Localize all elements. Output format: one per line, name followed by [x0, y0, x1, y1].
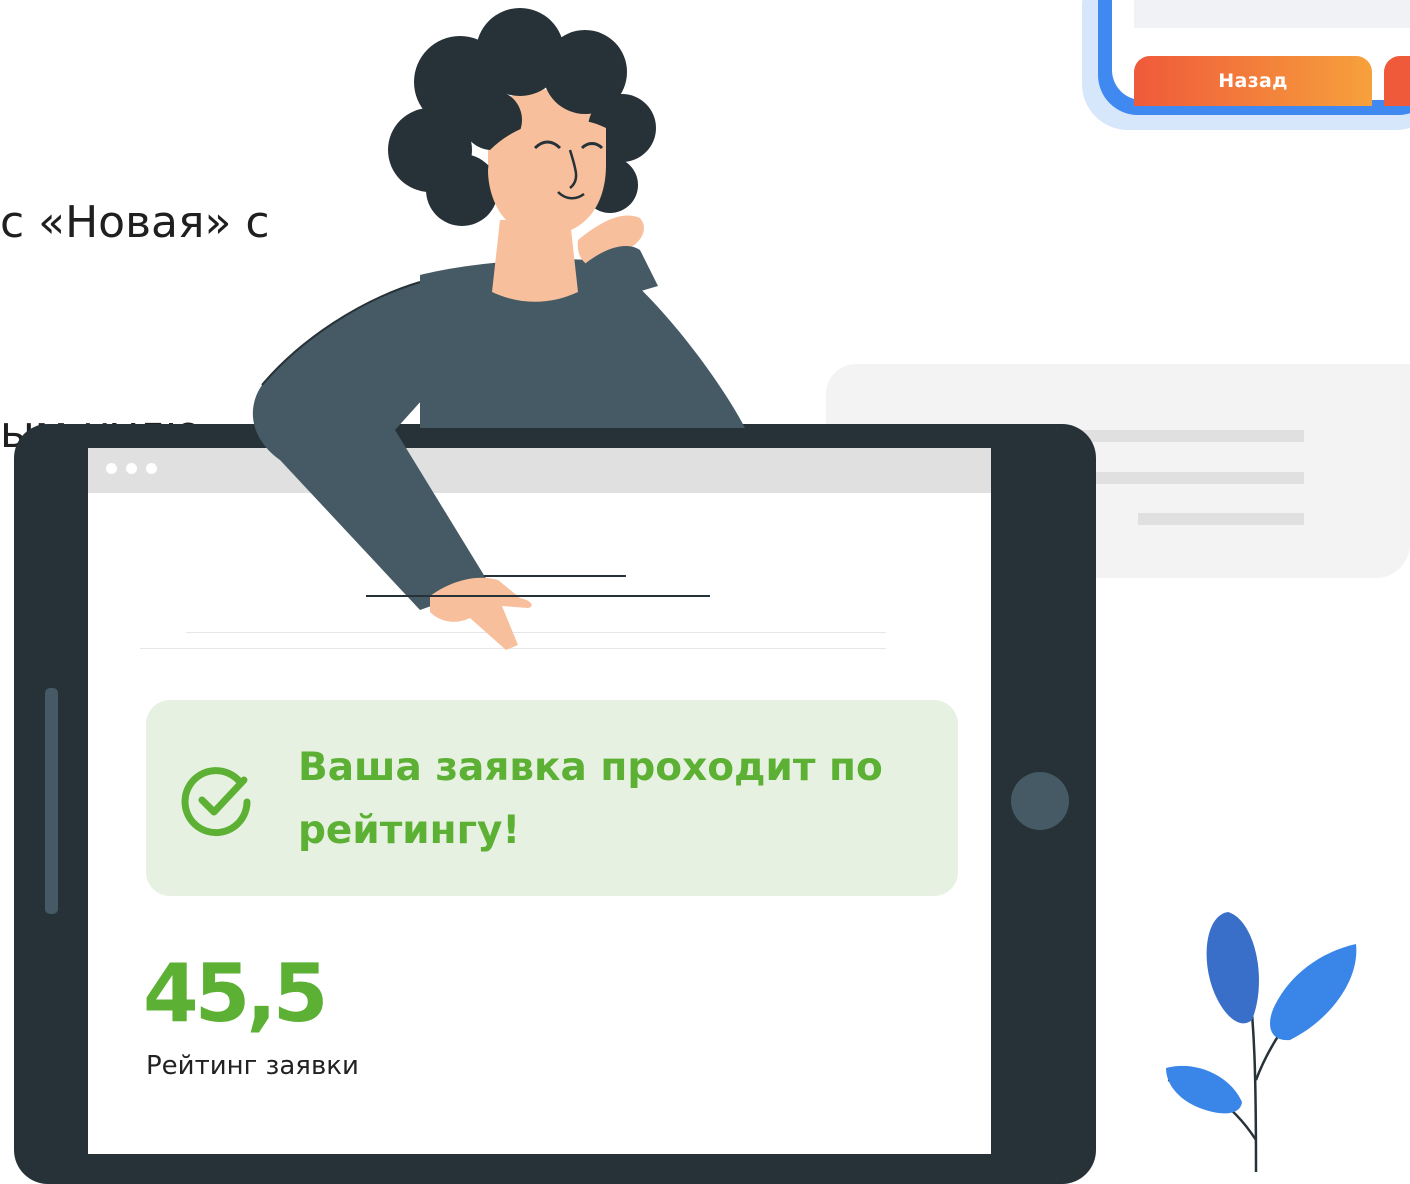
rating-value: 45,5 [143, 947, 328, 1040]
heading-line-1: с «Новая» с [0, 197, 270, 248]
plant-icon [1166, 912, 1357, 1172]
next-button[interactable] [1384, 56, 1410, 106]
tablet-home-button [1011, 772, 1069, 830]
rating-notice-text: Ваша заявка проходит по рейтингу! [298, 745, 883, 853]
window-dot-icon [126, 463, 137, 474]
window-dot-icon [146, 463, 157, 474]
bubble-line [1138, 513, 1304, 525]
tablet-side-bar [45, 688, 58, 914]
phone-preview-field [1134, 0, 1410, 28]
bubble-line [1080, 472, 1304, 484]
person-illustration [252, 8, 745, 650]
check-circle-icon [181, 767, 251, 837]
back-button[interactable]: Назад [1134, 56, 1372, 106]
rating-label: Рейтинг заявки [146, 1051, 359, 1081]
window-dot-icon [106, 463, 117, 474]
bubble-line [1080, 430, 1304, 442]
